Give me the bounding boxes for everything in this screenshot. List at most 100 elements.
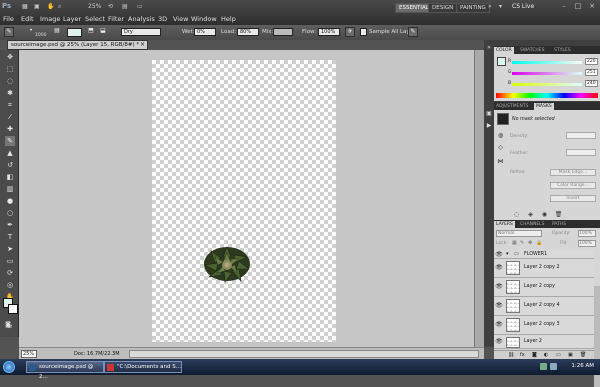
menu-layer[interactable]: Layer <box>63 15 81 23</box>
adjustment-layer-icon[interactable]: ◐ <box>544 352 548 358</box>
zoom-tool-icon[interactable]: ⌕ <box>58 3 61 11</box>
hand-tool-icon[interactable]: ✋ <box>47 3 54 11</box>
arrange-documents-icon[interactable]: ▤ <box>122 3 128 11</box>
gradient-tool-icon[interactable]: ▥ <box>5 184 15 194</box>
vertical-scrollbar[interactable] <box>474 50 484 347</box>
dodge-tool-icon[interactable]: ○ <box>5 208 15 218</box>
new-group-icon[interactable]: ▭ <box>556 352 561 358</box>
type-tool-icon[interactable]: T <box>5 232 15 242</box>
workspace-painting[interactable]: PAINTING <box>456 3 490 13</box>
shape-tool-icon[interactable]: ▭ <box>5 256 15 266</box>
tab-paths[interactable]: PATHS <box>550 221 568 228</box>
crop-tool-icon[interactable]: ⌗ <box>5 100 15 110</box>
quick-mask-icon[interactable]: ◙ <box>3 320 13 330</box>
clone-stamp-tool-icon[interactable]: ▲ <box>5 148 15 158</box>
history-brush-tool-icon[interactable]: ↺ <box>5 160 15 170</box>
lock-all-icon[interactable]: 🔒 <box>536 240 542 246</box>
bridge-icon[interactable]: ▦ <box>22 3 28 11</box>
close-button[interactable]: × <box>588 2 596 10</box>
lock-position-icon[interactable]: ✥ <box>528 240 532 246</box>
layer-group-row[interactable]: 👁 ▾ ▭ FLOWER1 <box>494 250 594 259</box>
menu-file[interactable]: File <box>3 15 14 23</box>
background-color-swatch[interactable] <box>8 304 18 314</box>
document-tab[interactable]: sourceimage.psd @ 25% (Layer 15, RGB/8#)… <box>7 40 148 50</box>
group-expand-icon[interactable]: ▾ <box>506 251 509 257</box>
marquee-tool-icon[interactable]: ⬚ <box>5 64 15 74</box>
mixer-brush-tool-icon[interactable]: ✎ <box>4 27 14 37</box>
menu-window[interactable]: Window <box>191 15 217 23</box>
new-layer-icon[interactable]: ▣ <box>568 352 573 358</box>
tab-masks[interactable]: MASKS <box>534 103 554 110</box>
screen-mode-icon[interactable]: ▭ <box>137 3 143 11</box>
brush-panel-icon[interactable]: ▤ <box>52 27 62 37</box>
pixel-mask-icon[interactable]: ◍ <box>496 132 505 140</box>
mask-options-icon[interactable]: ⋈ <box>496 158 505 166</box>
apply-mask-icon[interactable]: ◈ <box>526 211 535 219</box>
menu-filter[interactable]: Filter <box>108 15 124 23</box>
zoom-level-top[interactable]: 25% <box>88 3 101 11</box>
clock[interactable]: 1:26 AM <box>571 363 594 369</box>
workspace-menu-icon[interactable]: ▾ <box>499 3 502 11</box>
document-canvas[interactable] <box>152 60 336 342</box>
tab-color[interactable]: COLOR <box>494 47 514 54</box>
menu-edit[interactable]: Edit <box>21 15 34 23</box>
fill-field[interactable]: 100% <box>578 240 596 247</box>
color-range-button[interactable]: Color Range... <box>550 182 596 189</box>
mix-preset-select[interactable]: Dry <box>121 28 161 36</box>
maximize-button[interactable]: □ <box>574 2 582 10</box>
layer-row[interactable]: 👁 Layer 2 copy <box>494 278 594 297</box>
collapse-panels-icon[interactable]: » <box>485 44 493 52</box>
blur-tool-icon[interactable]: ● <box>5 196 15 206</box>
pressure-size-icon[interactable]: ✎ <box>408 27 418 37</box>
visibility-eye-icon[interactable]: 👁 <box>495 264 503 272</box>
minimize-button[interactable]: – <box>560 2 568 10</box>
b-value-field[interactable]: 240 <box>585 80 598 87</box>
pen-tool-icon[interactable]: ✒ <box>5 220 15 230</box>
lock-pixels-icon[interactable]: ✎ <box>520 240 524 246</box>
tab-swatches[interactable]: SWATCHES <box>518 47 547 54</box>
workspace-more-icon[interactable]: » <box>488 3 492 11</box>
menu-help[interactable]: Help <box>221 15 236 23</box>
move-tool-icon[interactable]: ✥ <box>5 52 15 62</box>
taskbar-explorer[interactable]: "C:\Documents and S... <box>104 361 182 373</box>
layer-style-icon[interactable]: fx <box>520 352 525 358</box>
menu-select[interactable]: Select <box>85 15 105 23</box>
layer-row[interactable]: 👁 Layer 2 copy 2 <box>494 259 594 278</box>
link-layers-icon[interactable]: ⛓ <box>508 352 514 358</box>
density-field[interactable] <box>566 132 596 139</box>
visibility-eye-icon[interactable]: 👁 <box>495 338 503 346</box>
brush-tool-icon[interactable]: ✎ <box>5 136 15 146</box>
menu-analysis[interactable]: Analysis <box>128 15 155 23</box>
path-selection-tool-icon[interactable]: ➤ <box>5 244 15 254</box>
quick-selection-tool-icon[interactable]: ✱ <box>5 88 15 98</box>
sample-all-layers-checkbox[interactable] <box>360 28 367 36</box>
clean-brush-icon[interactable]: ⬓ <box>98 27 108 37</box>
layer-row[interactable]: 👁 Layer 2 copy 3 <box>494 316 594 335</box>
menu-image[interactable]: Image <box>40 15 60 23</box>
r-slider[interactable] <box>512 61 582 64</box>
healing-brush-tool-icon[interactable]: ✚ <box>5 124 15 134</box>
close-document-icon[interactable]: × <box>140 41 145 49</box>
visibility-eye-icon[interactable]: 👁 <box>495 251 503 259</box>
visibility-eye-icon[interactable]: 👁 <box>495 283 503 291</box>
delete-layer-icon[interactable]: 🗑 <box>580 352 586 358</box>
horizontal-scrollbar[interactable] <box>129 350 479 358</box>
layer-row[interactable]: 👁 Layer 2 copy 4 <box>494 297 594 316</box>
g-value-field[interactable]: 251 <box>585 69 598 76</box>
color-spectrum-ramp[interactable] <box>496 93 598 98</box>
current-color-swatch[interactable] <box>67 28 82 37</box>
document-info[interactable]: Doc: 16.7M/22.3M <box>74 351 120 357</box>
lasso-tool-icon[interactable]: ◌ <box>5 76 15 86</box>
3d-rotate-tool-icon[interactable]: ⟳ <box>5 268 15 278</box>
volume-tray-icon[interactable] <box>550 363 557 370</box>
blend-mode-select[interactable]: Normal <box>496 230 542 237</box>
start-button[interactable] <box>3 361 15 373</box>
r-value-field[interactable]: 220 <box>585 58 598 65</box>
rotate-view-icon[interactable]: ⟲ <box>108 3 113 11</box>
opacity-field[interactable]: 100% <box>578 230 596 237</box>
lock-transparent-icon[interactable]: ▦ <box>512 240 517 246</box>
color-panel-fg-swatch[interactable] <box>497 57 506 66</box>
tab-styles[interactable]: STYLES <box>552 47 573 54</box>
invert-button[interactable]: Invert <box>550 195 596 202</box>
tab-channels[interactable]: CHANNELS <box>518 221 547 228</box>
